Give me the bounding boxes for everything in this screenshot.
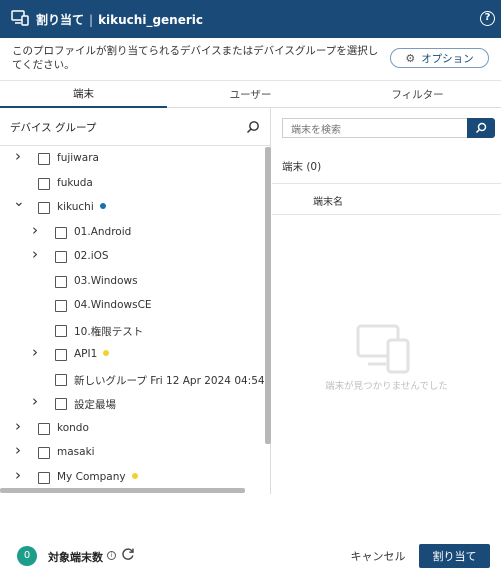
- device-search-input[interactable]: [282, 118, 467, 138]
- cancel-button[interactable]: キャンセル: [343, 544, 413, 568]
- tree-item-label: 02.iOS: [74, 250, 109, 262]
- tree-item[interactable]: › kondo: [0, 417, 265, 441]
- instruction-text: このプロファイルが割り当てられるデバイスまたはデバイスグループを選択してください…: [12, 45, 379, 71]
- tree-item-label: fukuda: [57, 176, 93, 189]
- chevron-right-icon[interactable]: ›: [30, 345, 40, 360]
- tree-item[interactable]: ⌄ kikuchi: [0, 195, 265, 220]
- status-dot: [99, 203, 106, 209]
- tree-item-checkbox[interactable]: [55, 349, 67, 361]
- tree-item-checkbox[interactable]: [38, 202, 50, 214]
- device-group-panel: デバイス グループ › fujiwara fukuda ⌄ kikuchi › 01.And…: [0, 108, 271, 494]
- tree-vertical-scrollbar[interactable]: [265, 147, 271, 444]
- tree-horizontal-scrollbar[interactable]: [0, 488, 245, 493]
- search-icon[interactable]: [246, 120, 260, 134]
- dialog-header: 割り当て | kikuchi_generic ?: [0, 0, 501, 38]
- tree-item-label: masaki: [57, 446, 95, 458]
- tree-item-label: My Company: [57, 471, 138, 483]
- info-icon[interactable]: i: [107, 551, 116, 560]
- tree-item-label: kondo: [57, 421, 89, 434]
- tree-item-checkbox[interactable]: [38, 153, 50, 165]
- tree-item-label: kikuchi: [57, 201, 106, 213]
- tree-item-label: API1: [74, 348, 110, 360]
- chevron-right-icon[interactable]: ›: [30, 394, 40, 409]
- profile-name: kikuchi_generic: [98, 13, 204, 27]
- chevron-right-icon[interactable]: ›: [30, 222, 40, 237]
- tree-item-label: 01.Android: [74, 225, 132, 238]
- chevron-right-icon[interactable]: ›: [13, 443, 23, 458]
- tree-item-checkbox[interactable]: [55, 324, 67, 337]
- dialog-footer: 0 対象端末数 i キャンセル 割り当て: [0, 530, 501, 571]
- tree-item-checkbox[interactable]: [38, 447, 50, 459]
- device-table-header: 端末名: [272, 183, 501, 215]
- tree-item-checkbox[interactable]: [55, 275, 67, 288]
- tree-item-label: 10.権限テスト: [74, 325, 144, 338]
- refresh-icon[interactable]: [121, 547, 135, 561]
- tab-filters[interactable]: フィルター: [334, 81, 501, 108]
- tree-item-label: fujiwara: [57, 152, 99, 164]
- tree-item-checkbox[interactable]: [38, 177, 50, 190]
- tree-item[interactable]: 新しいグループ Fri 12 Apr 2024 04:54:12: [0, 368, 265, 392]
- chevron-right-icon[interactable]: ›: [13, 149, 23, 164]
- chevron-right-icon[interactable]: ›: [13, 467, 23, 482]
- options-button[interactable]: ⚙ オプション: [390, 48, 489, 68]
- title-text: 割り当て: [36, 13, 85, 27]
- column-device-name[interactable]: 端末名: [313, 193, 343, 208]
- tree-item-checkbox[interactable]: [55, 251, 67, 263]
- status-dot: [103, 350, 110, 356]
- tree-item[interactable]: 03.Windows: [0, 270, 265, 294]
- tree-item[interactable]: fukuda: [0, 172, 265, 196]
- tree-item-checkbox[interactable]: [38, 471, 50, 484]
- status-dot: [131, 472, 138, 479]
- device-group-header: デバイス グループ: [0, 108, 271, 146]
- tree-item[interactable]: › 01.Android: [0, 221, 265, 245]
- tree-item-checkbox[interactable]: [55, 300, 67, 312]
- device-count: 端末 (0): [282, 161, 322, 173]
- tree-item-checkbox[interactable]: [55, 226, 67, 239]
- help-icon[interactable]: ?: [480, 11, 495, 26]
- tree-item-label: 03.Windows: [74, 274, 138, 287]
- device-list-panel: 端末 (0) 端末名 端末が見つかりませんでした: [272, 108, 501, 494]
- tree-item[interactable]: 04.WindowsCE: [0, 294, 265, 318]
- title-separator: |: [89, 13, 94, 27]
- search-icon: [475, 122, 487, 134]
- chevron-down-icon[interactable]: ⌄: [13, 195, 25, 209]
- tree-item-checkbox[interactable]: [55, 373, 67, 386]
- no-devices-icon: [356, 324, 410, 374]
- target-count-badge: 0: [17, 546, 37, 566]
- tree-item[interactable]: › masaki: [0, 441, 265, 465]
- empty-message: 端末が見つかりませんでした: [325, 381, 448, 392]
- tree-item-label: 04.WindowsCE: [74, 299, 152, 311]
- tree-item-checkbox[interactable]: [55, 398, 67, 410]
- tree-item-checkbox[interactable]: [38, 422, 50, 435]
- tree-item[interactable]: › My Company: [0, 466, 265, 488]
- tree-item[interactable]: › fujiwara: [0, 147, 265, 171]
- device-group-tree: › fujiwara fukuda ⌄ kikuchi › 01.Android › 02.iO…: [0, 147, 265, 487]
- tree-item[interactable]: › API1: [0, 343, 265, 367]
- device-group-heading: デバイス グループ: [10, 122, 97, 134]
- tree-item-label: 新しいグループ Fri 12 Apr 2024 04:54:12: [74, 374, 265, 387]
- target-count-label: 対象端末数: [48, 551, 103, 564]
- dialog-title: 割り当て | kikuchi_generic: [36, 11, 203, 28]
- tab-bar: 端末 ユーザー フィルター: [0, 80, 501, 108]
- options-label: オプション: [421, 52, 474, 65]
- tree-item[interactable]: › 設定最場: [0, 392, 265, 416]
- device-icon: [11, 10, 29, 26]
- tab-devices[interactable]: 端末: [0, 81, 167, 108]
- assign-button[interactable]: 割り当て: [419, 544, 490, 568]
- tree-item-label: 設定最場: [74, 399, 116, 411]
- gear-icon: ⚙: [405, 51, 416, 65]
- chevron-right-icon[interactable]: ›: [13, 418, 23, 433]
- tree-item[interactable]: › 02.iOS: [0, 245, 265, 269]
- tree-item[interactable]: 10.権限テスト: [0, 319, 265, 343]
- device-search-button[interactable]: [467, 118, 495, 138]
- tab-users[interactable]: ユーザー: [167, 81, 334, 108]
- chevron-right-icon[interactable]: ›: [30, 247, 40, 262]
